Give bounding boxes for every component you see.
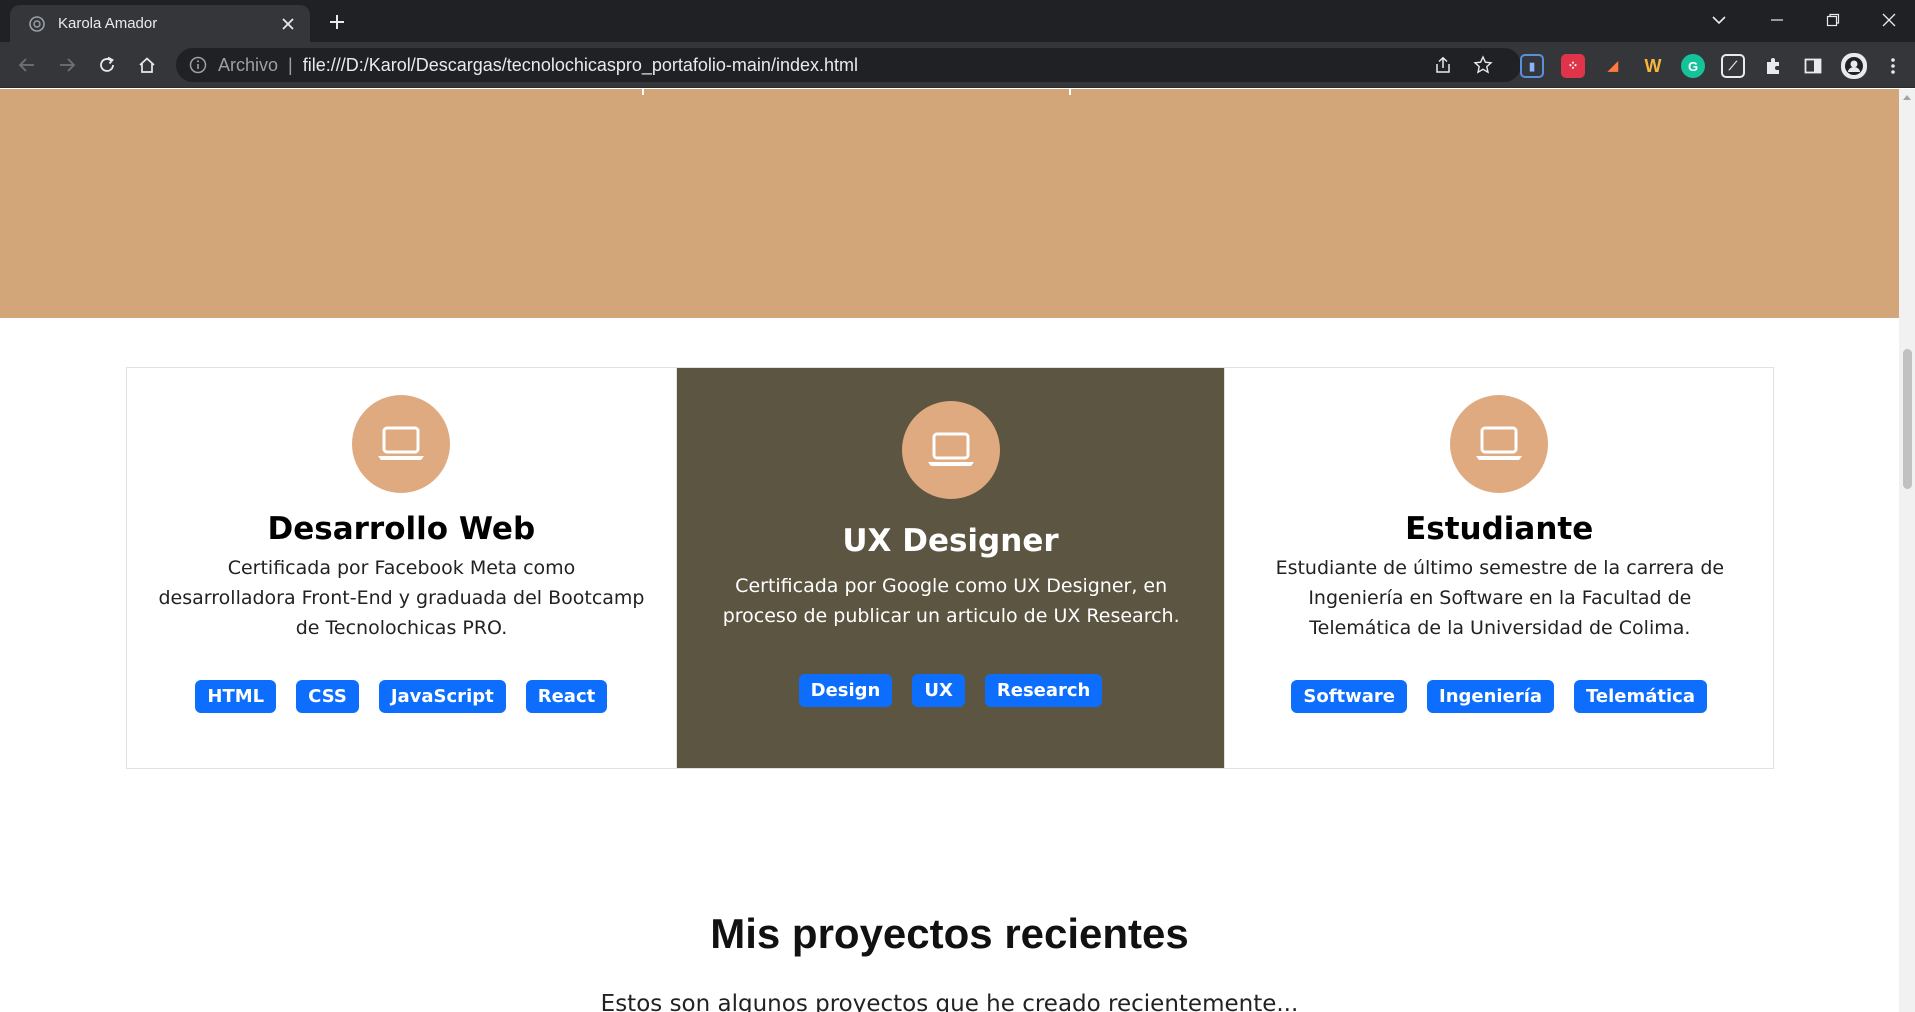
tag-badge: Telemática (1574, 680, 1707, 713)
restore-icon[interactable] (1805, 0, 1861, 40)
browser-tab-bar: Karola Amador (0, 0, 1915, 42)
share-icon[interactable] (1428, 50, 1458, 80)
service-card-student: Estudiante Estudiante de último semestre… (1224, 368, 1773, 768)
extension-flag-icon[interactable]: ◢ (1601, 54, 1625, 78)
laptop-icon (901, 401, 1000, 499)
service-title: Estudiante (1405, 511, 1594, 547)
extension-pen-icon[interactable]: ⟋ (1721, 54, 1745, 78)
tag-badge: React (525, 680, 608, 713)
tag-badge: Ingeniería (1427, 680, 1555, 713)
tag-badge: Software (1291, 680, 1408, 713)
page-scrollbar[interactable] (1899, 89, 1915, 1012)
info-icon[interactable] (188, 55, 208, 75)
close-tab-icon[interactable] (278, 14, 298, 34)
side-panel-icon[interactable] (1801, 54, 1825, 78)
service-description: Estudiante de último semestre de la carr… (1275, 557, 1725, 639)
services-cards: Desarrollo Web Certificada por Facebook … (126, 367, 1774, 769)
tag-list: Design UX Research (677, 674, 1225, 707)
tag-badge: Design (798, 674, 893, 707)
address-bar[interactable]: Archivo | file:///D:/Karol/Descargas/tec… (176, 48, 1521, 82)
address-separator: | (288, 54, 293, 75)
profile-avatar[interactable] (1841, 53, 1867, 79)
scrollbar-thumb[interactable] (1903, 349, 1912, 489)
extension-w-icon[interactable]: W (1641, 54, 1665, 78)
hero-divider-left (642, 89, 644, 95)
projects-title: Mis proyectos recientes (710, 910, 1189, 957)
tag-badge: UX (912, 674, 965, 707)
back-icon[interactable] (12, 50, 42, 80)
service-title: UX Designer (842, 523, 1059, 559)
address-scheme: Archivo (218, 54, 279, 75)
browser-toolbar: Archivo | file:///D:/Karol/Descargas/tec… (0, 42, 1915, 88)
laptop-icon (1450, 395, 1549, 493)
globe-icon (28, 15, 46, 33)
tag-list: HTML CSS JavaScript React (127, 680, 676, 713)
bookmark-star-icon[interactable] (1468, 50, 1498, 80)
projects-subtitle: Estos son algunos proyectos que he cread… (600, 991, 1299, 1012)
minimize-icon[interactable] (1749, 0, 1805, 40)
service-card-ux: UX Designer Certificada por Google como … (675, 368, 1225, 768)
browser-menu-icon[interactable] (1881, 54, 1905, 78)
hero-divider-right (1069, 89, 1071, 95)
laptop-icon (352, 395, 451, 493)
tag-list: Software Ingeniería Telemática (1225, 680, 1773, 713)
extension-grid-icon[interactable]: ⁘ (1561, 54, 1585, 78)
tab-title: Karola Amador (58, 15, 158, 32)
scroll-up-arrow[interactable] (1903, 95, 1911, 100)
service-title: Desarrollo Web (267, 511, 536, 547)
new-tab-button[interactable] (324, 9, 350, 35)
close-window-icon[interactable] (1861, 0, 1915, 40)
service-card-web: Desarrollo Web Certificada por Facebook … (127, 368, 676, 768)
tag-badge: HTML (195, 680, 277, 713)
service-description: Certificada por Facebook Meta como desar… (158, 557, 645, 639)
forward-icon[interactable] (52, 50, 82, 80)
tag-badge: JavaScript (378, 680, 506, 713)
hero-section (0, 89, 1899, 318)
reload-icon[interactable] (92, 50, 122, 80)
extension-clipboard-icon[interactable]: ▮ (1520, 54, 1544, 78)
home-icon[interactable] (132, 50, 162, 80)
tag-badge: Research (984, 674, 1103, 707)
tab-search-icon[interactable] (1691, 0, 1747, 40)
page-viewport: Desarrollo Web Certificada por Facebook … (0, 89, 1899, 1012)
browser-tab[interactable]: Karola Amador (10, 5, 310, 42)
service-description: Certificada por Google como UX Designer,… (722, 575, 1180, 627)
tag-badge: CSS (296, 680, 359, 713)
grammarly-icon[interactable]: G (1681, 54, 1705, 78)
address-url[interactable]: file:///D:/Karol/Descargas/tecnolochicas… (303, 55, 858, 76)
extensions-puzzle-icon[interactable] (1761, 54, 1785, 78)
